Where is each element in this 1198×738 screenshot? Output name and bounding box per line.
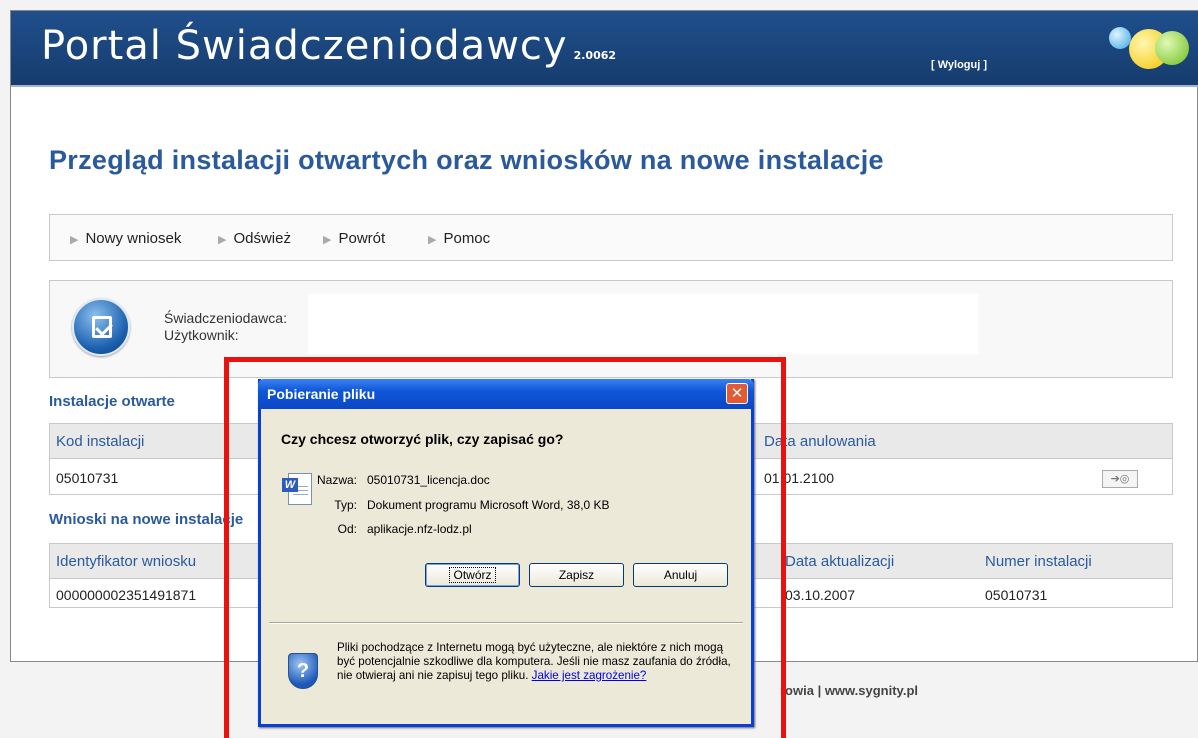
- dialog-title: Pobieranie pliku: [267, 386, 376, 402]
- column-header-request-id: Identyfikator wniosku: [56, 553, 197, 570]
- logout-link[interactable]: [ Wyloguj ]: [931, 59, 987, 71]
- shield-question-icon: ?: [288, 653, 318, 689]
- footer-text: rowia | www.sygnity.pl: [780, 683, 918, 698]
- file-source-value: aplikacje.nfz-lodz.pl: [367, 522, 472, 536]
- provider-label: Świadczeniodawca:: [164, 310, 287, 326]
- help-button[interactable]: ▶ Pomoc: [428, 230, 490, 247]
- file-name-value: 05010731_licencja.doc: [367, 473, 490, 487]
- risk-info-link[interactable]: Jakie jest zagrożenie?: [532, 669, 647, 682]
- table-cell-installation: 05010731: [985, 587, 1048, 603]
- open-button[interactable]: Otwórz: [425, 563, 520, 587]
- table-cell-request-id: 000000002351491871: [56, 587, 197, 603]
- close-icon[interactable]: ✕: [726, 383, 748, 404]
- open-installations-title: Instalacje otwarte: [49, 393, 175, 410]
- column-header-installation: Numer instalacji: [985, 553, 1092, 570]
- file-download-dialog: Pobieranie pliku ✕ Czy chcesz otworzyć p…: [258, 379, 754, 727]
- table-cell-code: 05010731: [56, 470, 119, 486]
- column-header-code: Kod instalacji: [56, 433, 145, 450]
- dialog-titlebar: Pobieranie pliku ✕: [258, 379, 754, 409]
- portal-title: Portal Świadczeniodawcy: [41, 23, 568, 69]
- action-toolbar: ▶ Nowy wniosek ▶ Odśwież ▶ Powrót ▶ Pomoc: [49, 214, 1173, 261]
- portal-version: 2.0062: [573, 49, 617, 62]
- file-type-value: Dokument programu Microsoft Word, 38,0 K…: [367, 498, 610, 512]
- requests-title: Wnioski na nowe instalacje: [49, 511, 244, 528]
- triangle-right-icon: ▶: [218, 234, 227, 246]
- cancel-button[interactable]: Anuluj: [633, 563, 728, 587]
- arrow-disk-icon[interactable]: ➔◎: [1102, 470, 1138, 488]
- portal-brand: Portal Świadczeniodawcy 2.0062: [41, 23, 616, 69]
- brand-bubbles-logo: [1099, 17, 1189, 87]
- refresh-button[interactable]: ▶ Odśwież: [218, 230, 291, 247]
- new-request-button[interactable]: ▶ Nowy wniosek: [70, 230, 181, 247]
- checkmark-document-icon: [72, 298, 130, 356]
- triangle-right-icon: ▶: [323, 234, 332, 246]
- dialog-question: Czy chcesz otworzyć plik, czy zapisać go…: [281, 431, 564, 447]
- dialog-divider: [269, 622, 743, 624]
- page-title: Przegląd instalacji otwartych oraz wnios…: [49, 145, 884, 175]
- user-info-values: [308, 294, 978, 354]
- portal-header: Portal Świadczeniodawcy 2.0062 [ Wyloguj …: [11, 11, 1198, 87]
- green-bubble-icon: [1155, 31, 1189, 65]
- blue-bubble-icon: [1109, 27, 1131, 49]
- save-button[interactable]: Zapisz: [529, 563, 624, 587]
- triangle-right-icon: ▶: [70, 234, 79, 246]
- file-name-label: Nazwa:: [316, 473, 357, 487]
- security-warning: Pliki pochodzące z Internetu mogą być uż…: [337, 641, 737, 683]
- triangle-right-icon: ▶: [428, 234, 437, 246]
- column-header-updated: Data aktualizacji: [785, 553, 895, 570]
- table-cell-updated: 03.10.2007: [785, 587, 856, 603]
- file-source-label: Od:: [337, 522, 357, 536]
- back-button[interactable]: ▶ Powrót: [323, 230, 385, 247]
- file-type-label: Typ:: [334, 498, 357, 512]
- user-info-labels: Świadczeniodawca: Użytkownik:: [164, 310, 287, 344]
- user-label: Użytkownik:: [164, 327, 239, 343]
